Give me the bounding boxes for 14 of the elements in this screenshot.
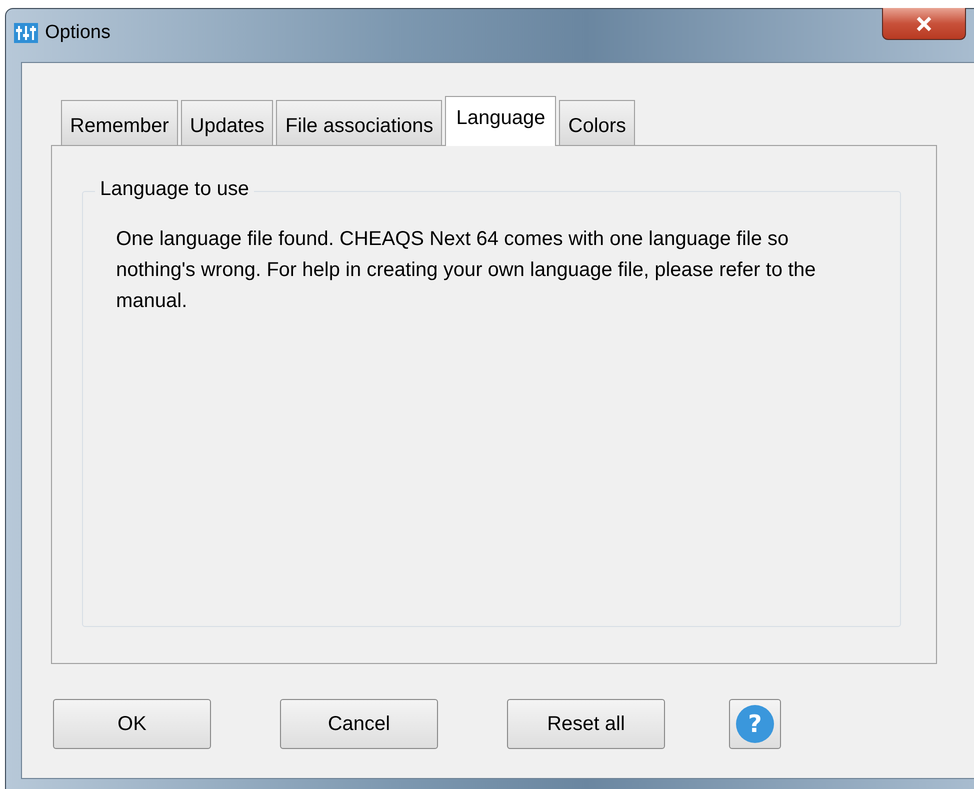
tab[interactable]: Language — [445, 96, 556, 146]
group-title: Language to use — [95, 178, 254, 201]
sliders-icon — [14, 23, 38, 43]
tab[interactable]: File associations — [276, 100, 442, 145]
close-icon — [914, 16, 934, 32]
window-title: Options — [45, 22, 110, 44]
message-text: One language file found. CHEAQS Next 64 comes with one language file so nothing's wrong. For help in creating your own language file, please refer to the manual. — [116, 227, 817, 314]
close-button[interactable] — [882, 8, 966, 40]
tab[interactable]: Colors — [559, 100, 636, 145]
dialog-button[interactable]: Cancel — [280, 699, 438, 749]
dialog-button[interactable]: Reset all — [507, 699, 665, 749]
dialog-button[interactable]: OK — [53, 699, 211, 749]
tab[interactable]: Remember — [61, 100, 178, 145]
tab[interactable]: Updates — [180, 100, 274, 145]
